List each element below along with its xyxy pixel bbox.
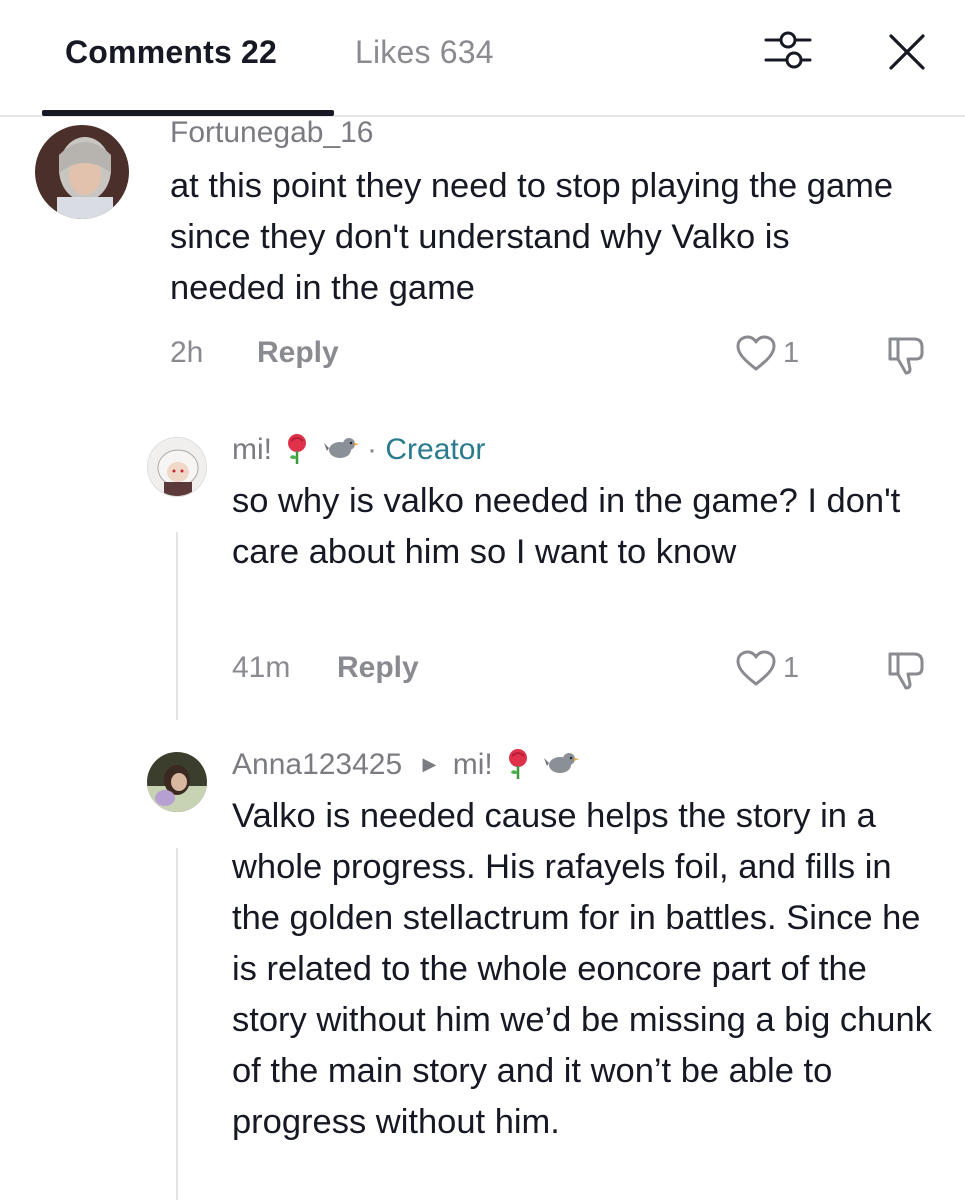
thread-line [176, 848, 178, 1200]
avatar[interactable] [35, 125, 129, 219]
reply-button[interactable]: Reply [257, 336, 339, 370]
comment-username-row: mi! · Creator [232, 431, 485, 473]
badge-separator: · [367, 433, 378, 466]
comment-text: so why is valko needed in the game? I do… [232, 482, 901, 571]
heart-icon [736, 335, 776, 371]
comment-text: Valko is needed cause helps the story in… [232, 797, 932, 1141]
bird-icon [543, 746, 580, 788]
like-button[interactable]: 1 [735, 649, 799, 687]
reply-to-username[interactable]: mi! [453, 748, 493, 781]
tab-comments[interactable]: Comments 22 [65, 34, 277, 71]
avatar[interactable] [147, 437, 207, 497]
dislike-icon[interactable] [884, 648, 928, 692]
close-icon[interactable] [885, 30, 929, 74]
bird-icon [323, 431, 359, 473]
avatar[interactable] [147, 752, 207, 812]
rose-icon [501, 746, 535, 788]
comment-text: at this point they need to stop playing … [170, 167, 894, 307]
like-button[interactable]: 1 [735, 334, 799, 372]
like-count: 1 [783, 336, 800, 369]
comments-header: Comments 22 Likes 634 [0, 0, 965, 117]
thread-line [176, 532, 178, 720]
comment-username[interactable]: Anna123425 [232, 748, 402, 781]
filter-sliders-icon[interactable] [762, 26, 814, 74]
comment-username[interactable]: Fortunegab_16 [170, 116, 374, 150]
reply-button[interactable]: Reply [337, 651, 419, 685]
reply-arrow-icon: ▶ [422, 754, 437, 774]
comment-time: 2h [170, 336, 204, 369]
tab-likes[interactable]: Likes 634 [355, 34, 494, 71]
comment-username-row: Anna123425 ▶ mi! [232, 746, 580, 788]
like-count: 1 [783, 651, 800, 684]
rose-icon [280, 431, 314, 473]
heart-icon [736, 650, 776, 686]
comment-time: 41m [232, 651, 291, 684]
dislike-icon[interactable] [884, 333, 928, 377]
creator-badge: Creator [385, 433, 486, 466]
comment-username[interactable]: mi! [232, 433, 272, 466]
